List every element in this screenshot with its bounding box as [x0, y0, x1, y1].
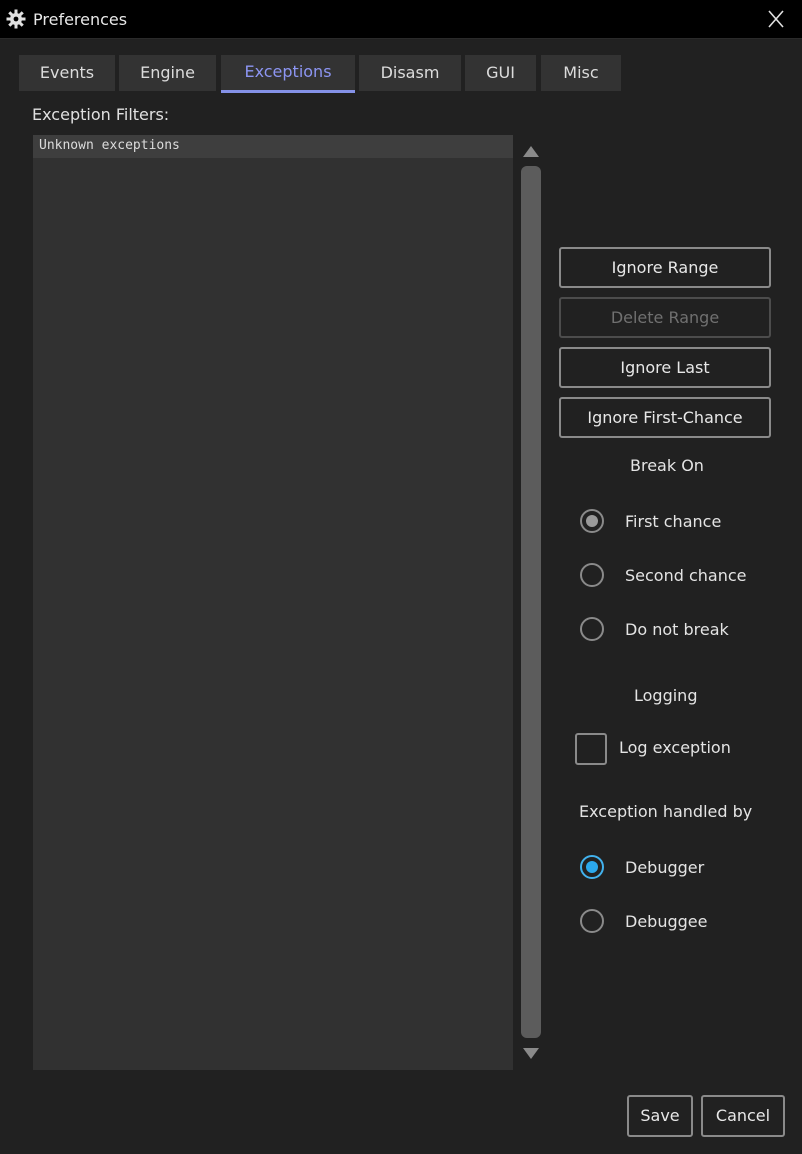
do-not-break-label[interactable]: Do not break: [625, 620, 729, 639]
exception-filters-label: Exception Filters:: [32, 105, 170, 124]
save-button[interactable]: Save: [627, 1095, 693, 1137]
second-chance-label[interactable]: Second chance: [625, 566, 747, 585]
ignore-range-button[interactable]: Ignore Range: [559, 247, 771, 288]
scrollbar-track[interactable]: [521, 166, 541, 1038]
ignore-first-chance-button[interactable]: Ignore First-Chance: [559, 397, 771, 438]
close-icon[interactable]: [764, 8, 788, 30]
tab-engine[interactable]: Engine: [119, 55, 216, 91]
debugger-radio[interactable]: [580, 855, 604, 879]
log-exception-label[interactable]: Log exception: [619, 738, 731, 757]
tab-events[interactable]: Events: [19, 55, 115, 91]
second-chance-radio[interactable]: [580, 563, 604, 587]
debuggee-label[interactable]: Debuggee: [625, 912, 707, 931]
tab-misc[interactable]: Misc: [541, 55, 621, 91]
logging-label: Logging: [634, 686, 698, 705]
break-on-label: Break On: [630, 456, 704, 475]
cancel-button[interactable]: Cancel: [701, 1095, 785, 1137]
delete-range-button[interactable]: Delete Range: [559, 297, 771, 338]
gear-icon: [6, 9, 26, 29]
first-chance-radio[interactable]: [580, 509, 604, 533]
do-not-break-radio[interactable]: [580, 617, 604, 641]
title-bar: Preferences: [0, 0, 802, 39]
tab-disasm[interactable]: Disasm: [359, 55, 461, 91]
scroll-down-arrow-icon[interactable]: [521, 1046, 541, 1062]
window-title: Preferences: [33, 10, 128, 29]
debugger-label[interactable]: Debugger: [625, 858, 704, 877]
first-chance-label[interactable]: First chance: [625, 512, 721, 531]
tab-gui[interactable]: GUI: [465, 55, 536, 91]
list-item[interactable]: Unknown exceptions: [33, 135, 513, 158]
exception-handled-by-label: Exception handled by: [579, 802, 753, 821]
ignore-last-button[interactable]: Ignore Last: [559, 347, 771, 388]
scroll-up-arrow-icon[interactable]: [521, 143, 541, 159]
scrollbar-thumb[interactable]: [521, 166, 541, 1038]
exception-filters-list[interactable]: Unknown exceptions: [33, 135, 513, 1070]
tab-exceptions[interactable]: Exceptions: [221, 55, 355, 93]
log-exception-checkbox[interactable]: [575, 733, 607, 765]
debuggee-radio[interactable]: [580, 909, 604, 933]
